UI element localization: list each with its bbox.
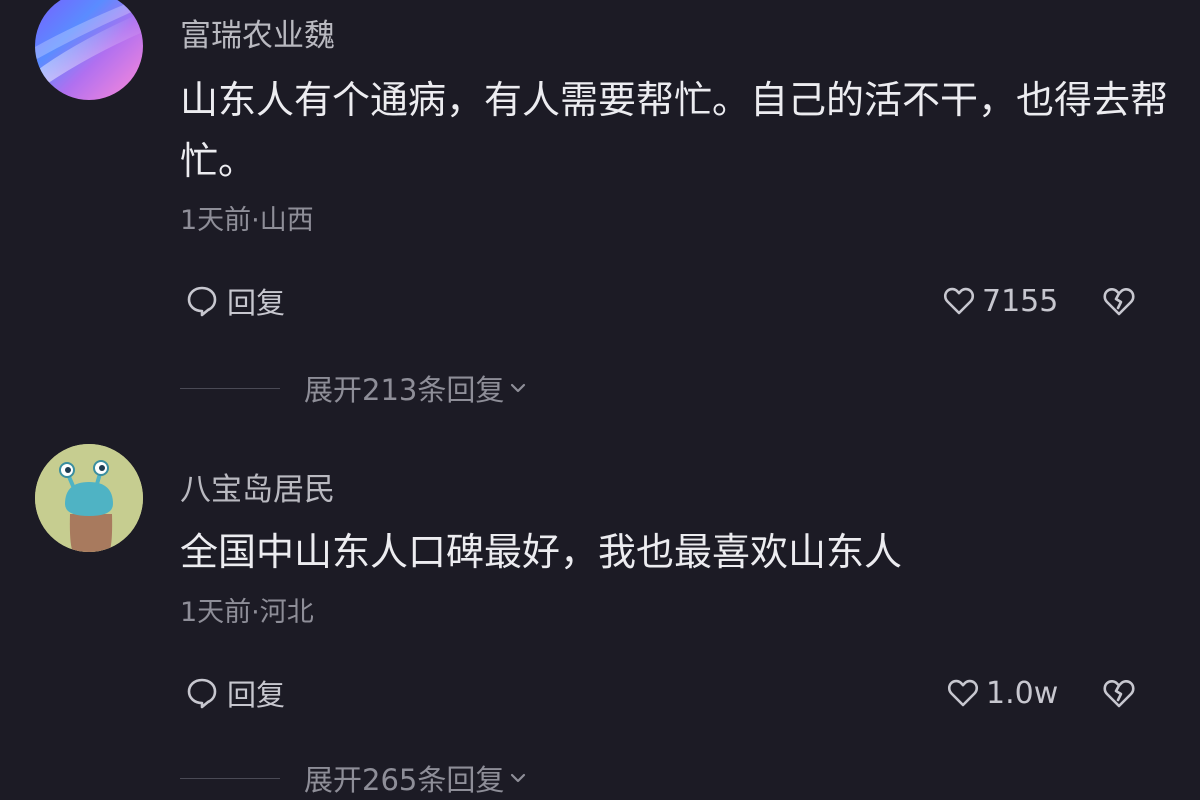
dislike-button[interactable] [1100, 668, 1138, 718]
comment-actions: 回复 7155 [0, 276, 1200, 326]
expand-replies-button[interactable]: 展开213条回复 [304, 367, 528, 409]
reply-label: 回复 [227, 286, 286, 320]
expand-replies-label: 展开265条回复 [304, 763, 505, 797]
comment-actions: 回复 1.0w [0, 668, 1200, 718]
username[interactable]: 富瑞农业魏 [180, 10, 335, 55]
chevron-down-icon [508, 378, 528, 398]
like-count: 1.0w [986, 675, 1059, 711]
divider [180, 777, 280, 779]
expand-replies-label: 展开213条回复 [304, 373, 505, 407]
comment-item: 富瑞农业魏 山东人有个通病，有人需要帮忙。自己的活不干，也得去帮忙。 1天前·山… [0, 0, 1200, 420]
heart-icon [946, 676, 980, 710]
username[interactable]: 八宝岛居民 [180, 464, 335, 509]
avatar[interactable] [35, 444, 143, 552]
divider [180, 387, 280, 389]
comment-text: 山东人有个通病，有人需要帮忙。自己的活不干，也得去帮忙。 [180, 78, 1169, 183]
like-button[interactable]: 7155 [942, 276, 1058, 326]
broken-heart-icon [1100, 676, 1138, 710]
chevron-down-icon [508, 768, 528, 788]
reply-label: 回复 [227, 678, 286, 712]
comment-meta: 1天前·河北 [180, 597, 314, 628]
like-button[interactable]: 1.0w [946, 668, 1058, 718]
comment-item: 八宝岛居民 全国中山东人口碑最好，我也最喜欢山东人 1天前·河北 回复 1.0w [0, 420, 1200, 800]
like-count: 7155 [982, 283, 1059, 319]
comment-bubble-icon [185, 676, 219, 710]
dislike-button[interactable] [1100, 276, 1138, 326]
reply-button[interactable]: 回复 [185, 276, 285, 326]
avatar[interactable] [35, 0, 143, 100]
expand-replies-button[interactable]: 展开265条回复 [304, 757, 528, 799]
expand-replies-row: 展开265条回复 [180, 758, 528, 798]
heart-icon [942, 284, 976, 318]
comment-meta: 1天前·山西 [180, 205, 314, 236]
reply-button[interactable]: 回复 [185, 668, 285, 718]
broken-heart-icon [1100, 284, 1138, 318]
expand-replies-row: 展开213条回复 [180, 368, 528, 408]
comment-text: 全国中山东人口碑最好，我也最喜欢山东人 [180, 530, 903, 574]
comment-bubble-icon [185, 284, 219, 318]
